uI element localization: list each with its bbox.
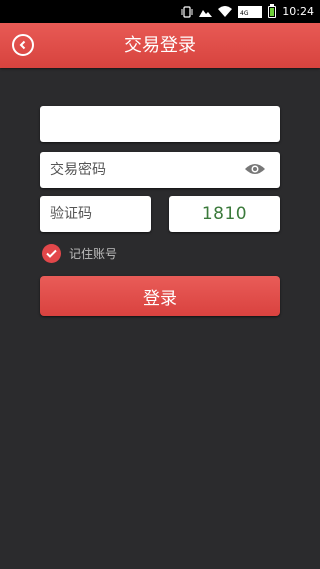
password-field[interactable]	[40, 152, 280, 188]
status-time: 10:24	[282, 5, 314, 18]
battery-icon	[268, 3, 277, 18]
remember-label: 记住账号	[69, 247, 118, 261]
eye-icon[interactable]	[244, 161, 266, 177]
page-title: 交易登录	[124, 35, 196, 56]
check-icon[interactable]	[42, 244, 61, 263]
account-field[interactable]	[40, 106, 280, 142]
login-button[interactable]: 登录	[40, 276, 280, 316]
status-bar: 4G 10:24	[0, 0, 320, 23]
wifi-icon	[218, 6, 233, 17]
cellular-signal-icon: 4G	[238, 5, 263, 18]
account-input[interactable]	[40, 106, 280, 142]
svg-text:4G: 4G	[240, 10, 249, 17]
remember-account[interactable]: 记住账号	[42, 244, 117, 263]
app-header: 交易登录	[0, 23, 320, 68]
captcha-code[interactable]: 1810	[169, 196, 280, 232]
captcha-field[interactable]	[40, 196, 151, 232]
image-notification-icon	[199, 6, 213, 17]
vibrate-icon	[181, 5, 193, 18]
captcha-input[interactable]	[40, 196, 151, 232]
